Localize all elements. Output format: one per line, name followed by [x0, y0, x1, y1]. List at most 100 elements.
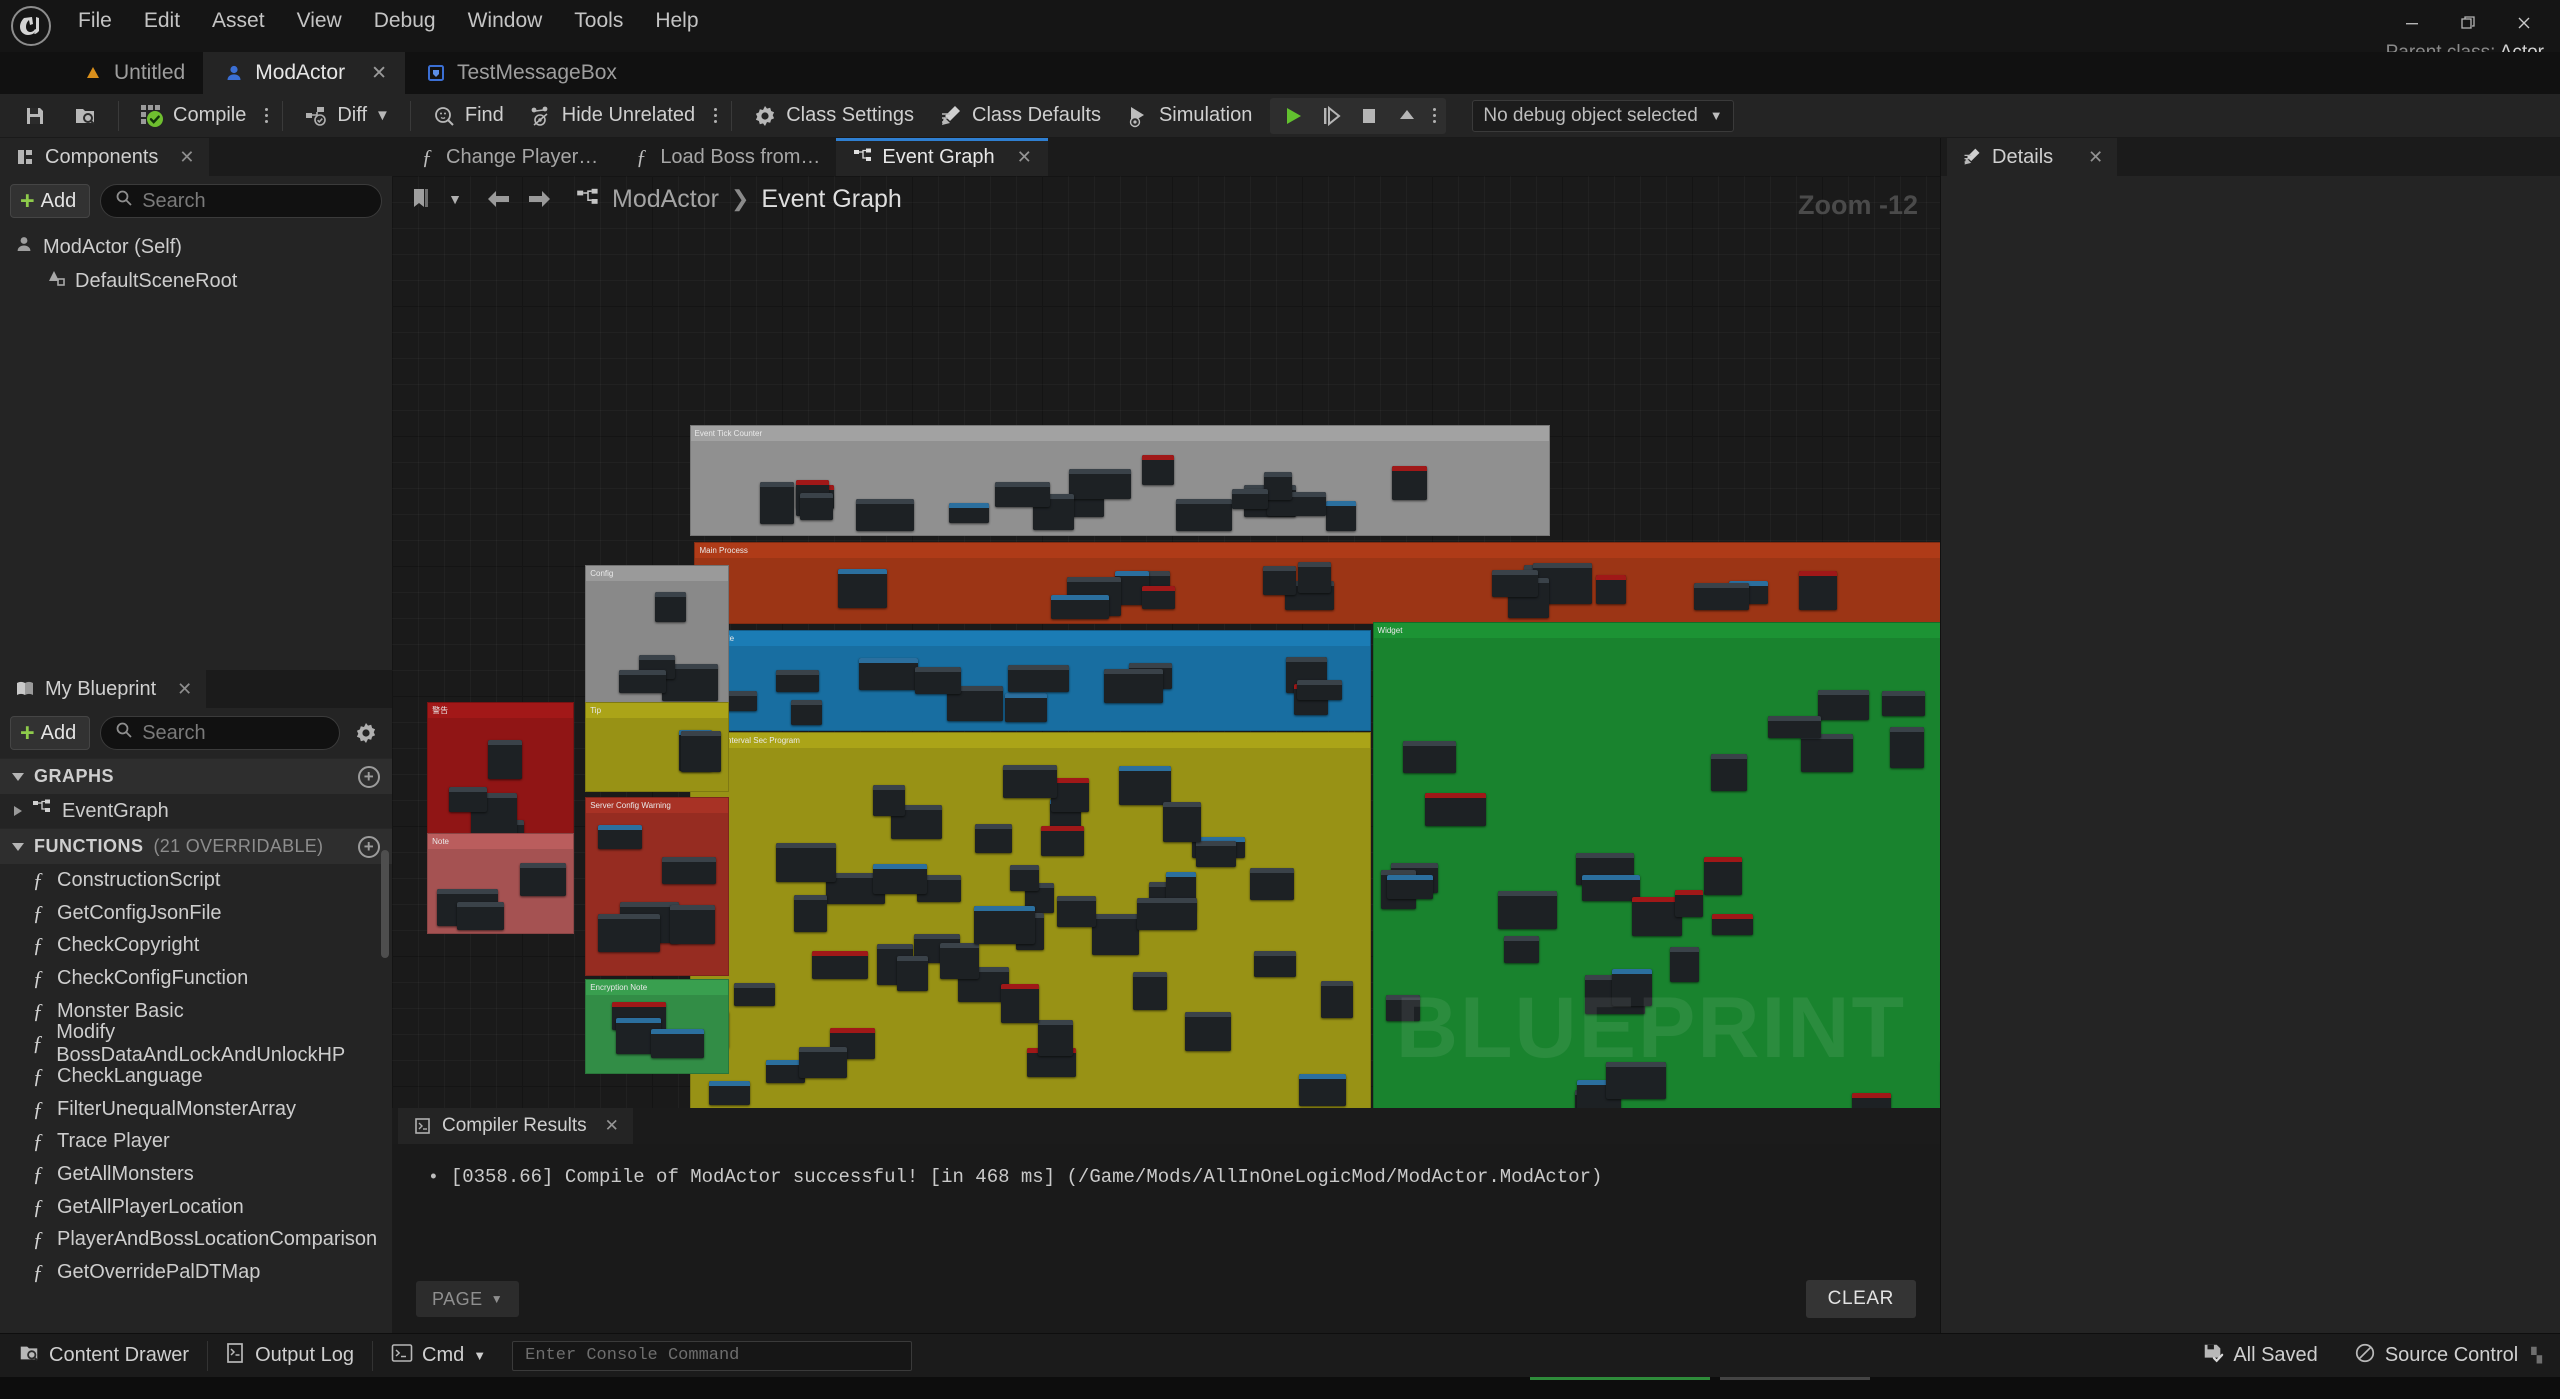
graph-node[interactable]	[974, 905, 1035, 944]
tab-my-blueprint[interactable]: My Blueprint ✕	[0, 670, 207, 708]
graph-node[interactable]	[1403, 741, 1457, 774]
graph-node[interactable]	[1670, 947, 1699, 982]
close-icon[interactable]: ✕	[177, 679, 192, 700]
graph-node[interactable]	[1175, 498, 1232, 532]
graph-node[interactable]	[1250, 867, 1295, 900]
play-options-button[interactable]	[1426, 108, 1442, 123]
menu-help[interactable]: Help	[639, 5, 714, 37]
menu-view[interactable]: View	[281, 5, 358, 37]
graph-node[interactable]	[448, 787, 487, 812]
graph-node[interactable]	[1631, 896, 1682, 936]
navigate-back-button[interactable]	[482, 182, 516, 216]
clear-button[interactable]: CLEAR	[1805, 1280, 1916, 1318]
graph-node[interactable]	[1118, 765, 1171, 806]
bookmark-dropdown-icon[interactable]: ▼	[444, 182, 466, 216]
graph-node[interactable]	[1703, 857, 1742, 896]
section-functions[interactable]: FUNCTIONS (21 OVERRIDABLE) +	[0, 828, 392, 864]
graph-node[interactable]	[975, 823, 1013, 853]
graph-node[interactable]	[872, 863, 928, 895]
graph-node[interactable]	[598, 914, 661, 952]
bookmark-icon[interactable]	[404, 182, 438, 216]
details-panel-body[interactable]	[1941, 176, 2560, 1333]
menu-edit[interactable]: Edit	[128, 5, 196, 37]
my-blueprint-search-input[interactable]: Search	[100, 716, 340, 750]
menu-debug[interactable]: Debug	[358, 5, 452, 37]
function-item[interactable]: ƒ CheckConfigFunction	[0, 962, 392, 995]
graph-node[interactable]	[1231, 488, 1268, 510]
compile-options-button[interactable]	[258, 108, 274, 123]
simulation-button[interactable]: Simulation	[1113, 95, 1264, 137]
asset-tab-modactor[interactable]: ModActor ✕	[203, 52, 405, 94]
comment-box[interactable]: Server Config Warning	[585, 796, 729, 976]
comment-box[interactable]: Note	[427, 832, 574, 934]
minimize-button[interactable]	[2384, 4, 2440, 42]
graph-node[interactable]	[1038, 1020, 1074, 1056]
component-defaultsceneroot[interactable]: DefaultSceneRoot	[0, 264, 392, 298]
function-item[interactable]: ƒ Trace Player	[0, 1126, 392, 1159]
class-settings-button[interactable]: Class Settings	[740, 95, 926, 137]
graph-node[interactable]	[1296, 680, 1342, 701]
graph-node[interactable]	[1710, 753, 1747, 791]
graph-node[interactable]	[759, 482, 794, 524]
tab-components[interactable]: Components ✕	[0, 138, 209, 176]
graph-node[interactable]	[799, 1047, 847, 1079]
graph-node[interactable]	[1890, 727, 1924, 769]
class-defaults-button[interactable]: Class Defaults	[926, 95, 1113, 137]
graph-node[interactable]	[1818, 690, 1870, 720]
function-item[interactable]: ƒ GetConfigJsonFile	[0, 897, 392, 930]
graph-node[interactable]	[838, 568, 887, 609]
asset-tab-untitled[interactable]: Untitled	[62, 52, 203, 94]
comment-box[interactable]: Event Tick Counter	[689, 425, 1551, 536]
graph-node[interactable]	[1057, 895, 1096, 928]
debug-object-selector[interactable]: No debug object selected ▼	[1472, 99, 1734, 132]
source-control-button[interactable]: Source Control ▚	[2336, 1334, 2560, 1378]
graph-node[interactable]	[1003, 765, 1057, 798]
close-icon[interactable]: ✕	[179, 147, 194, 168]
my-blueprint-settings-button[interactable]	[350, 717, 382, 749]
graph-node[interactable]	[651, 1028, 704, 1059]
graph-node[interactable]	[940, 942, 980, 980]
cmd-button[interactable]: Cmd ▼	[373, 1334, 504, 1378]
tab-details[interactable]: Details ✕	[1947, 138, 2118, 176]
add-component-button[interactable]: + Add	[10, 184, 91, 218]
graph-node[interactable]	[1163, 801, 1201, 842]
graph-node[interactable]	[520, 863, 566, 896]
navigate-forward-button[interactable]	[522, 182, 556, 216]
page-button[interactable]: PAGE ▼	[416, 1281, 520, 1317]
graph-node[interactable]	[1001, 984, 1039, 1023]
graph-node[interactable]	[1254, 951, 1297, 977]
function-item[interactable]: ƒ GetAllMonsters	[0, 1158, 392, 1191]
comment-box[interactable]: 警告	[427, 702, 574, 853]
close-icon[interactable]: ✕	[371, 62, 387, 85]
graph-node[interactable]	[1008, 665, 1070, 693]
browse-asset-button[interactable]	[60, 95, 110, 137]
graph-node[interactable]	[1069, 468, 1131, 500]
comment-box[interactable]: Tip	[585, 702, 729, 792]
compiler-message-row[interactable]: • [0358.66] Compile of ModActor successf…	[392, 1166, 1940, 1188]
graph-node[interactable]	[1391, 466, 1427, 501]
graph-node[interactable]	[1851, 1092, 1892, 1108]
close-window-button[interactable]	[2496, 4, 2552, 42]
add-graph-button[interactable]: +	[358, 765, 380, 788]
eject-button[interactable]	[1388, 99, 1426, 133]
graph-node[interactable]	[619, 670, 666, 693]
menu-window[interactable]: Window	[452, 5, 559, 37]
diff-button[interactable]: Diff ▼	[291, 95, 402, 137]
stop-button[interactable]	[1350, 99, 1388, 133]
graph-node[interactable]	[1050, 595, 1110, 620]
menu-tools[interactable]: Tools	[558, 5, 639, 37]
graph-node[interactable]	[775, 843, 836, 883]
tab-compiler-results[interactable]: Compiler Results ✕	[398, 1108, 633, 1144]
graph-node[interactable]	[598, 825, 642, 849]
graph-node[interactable]	[1136, 897, 1198, 930]
graph-node[interactable]	[812, 950, 869, 980]
graph-node[interactable]	[1321, 980, 1354, 1019]
my-blueprint-list[interactable]: GRAPHS + EventGraph FUNCTIONS (21 OVERRI…	[0, 758, 392, 1333]
function-item[interactable]: ƒ GetOverridePalDTMap	[0, 1256, 392, 1289]
chevron-right-icon[interactable]	[14, 806, 22, 816]
asset-tab-testmessagebox[interactable]: TestMessageBox	[405, 52, 635, 94]
content-drawer-button[interactable]: Content Drawer	[0, 1334, 207, 1378]
close-icon[interactable]: ✕	[2088, 147, 2103, 168]
graph-node[interactable]	[799, 492, 834, 521]
add-function-button[interactable]: +	[358, 835, 380, 858]
